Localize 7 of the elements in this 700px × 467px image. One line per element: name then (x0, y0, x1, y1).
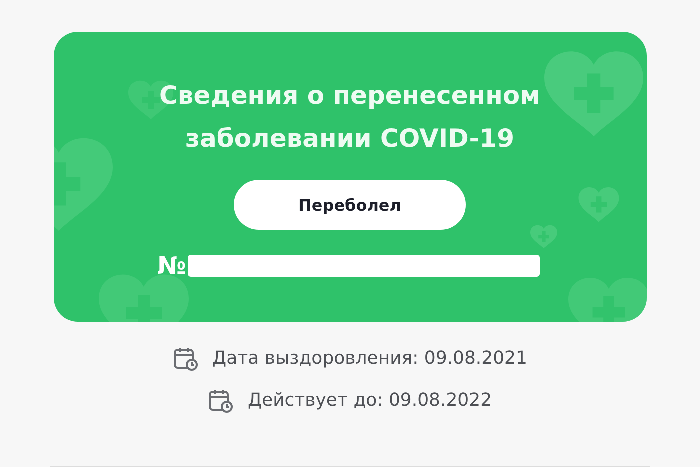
status-button[interactable]: Переболел (234, 180, 466, 230)
certificate-title: Сведения о перенесенном заболевании COVID-19 (158, 80, 542, 155)
number-label: № (158, 252, 186, 280)
date-text: Дата выздоровления: 09.08.2021 (212, 347, 528, 371)
calendar-clock-icon (172, 346, 199, 372)
calendar-clock-icon (208, 388, 234, 414)
date-text: Действует до: 09.08.2022 (248, 389, 492, 413)
